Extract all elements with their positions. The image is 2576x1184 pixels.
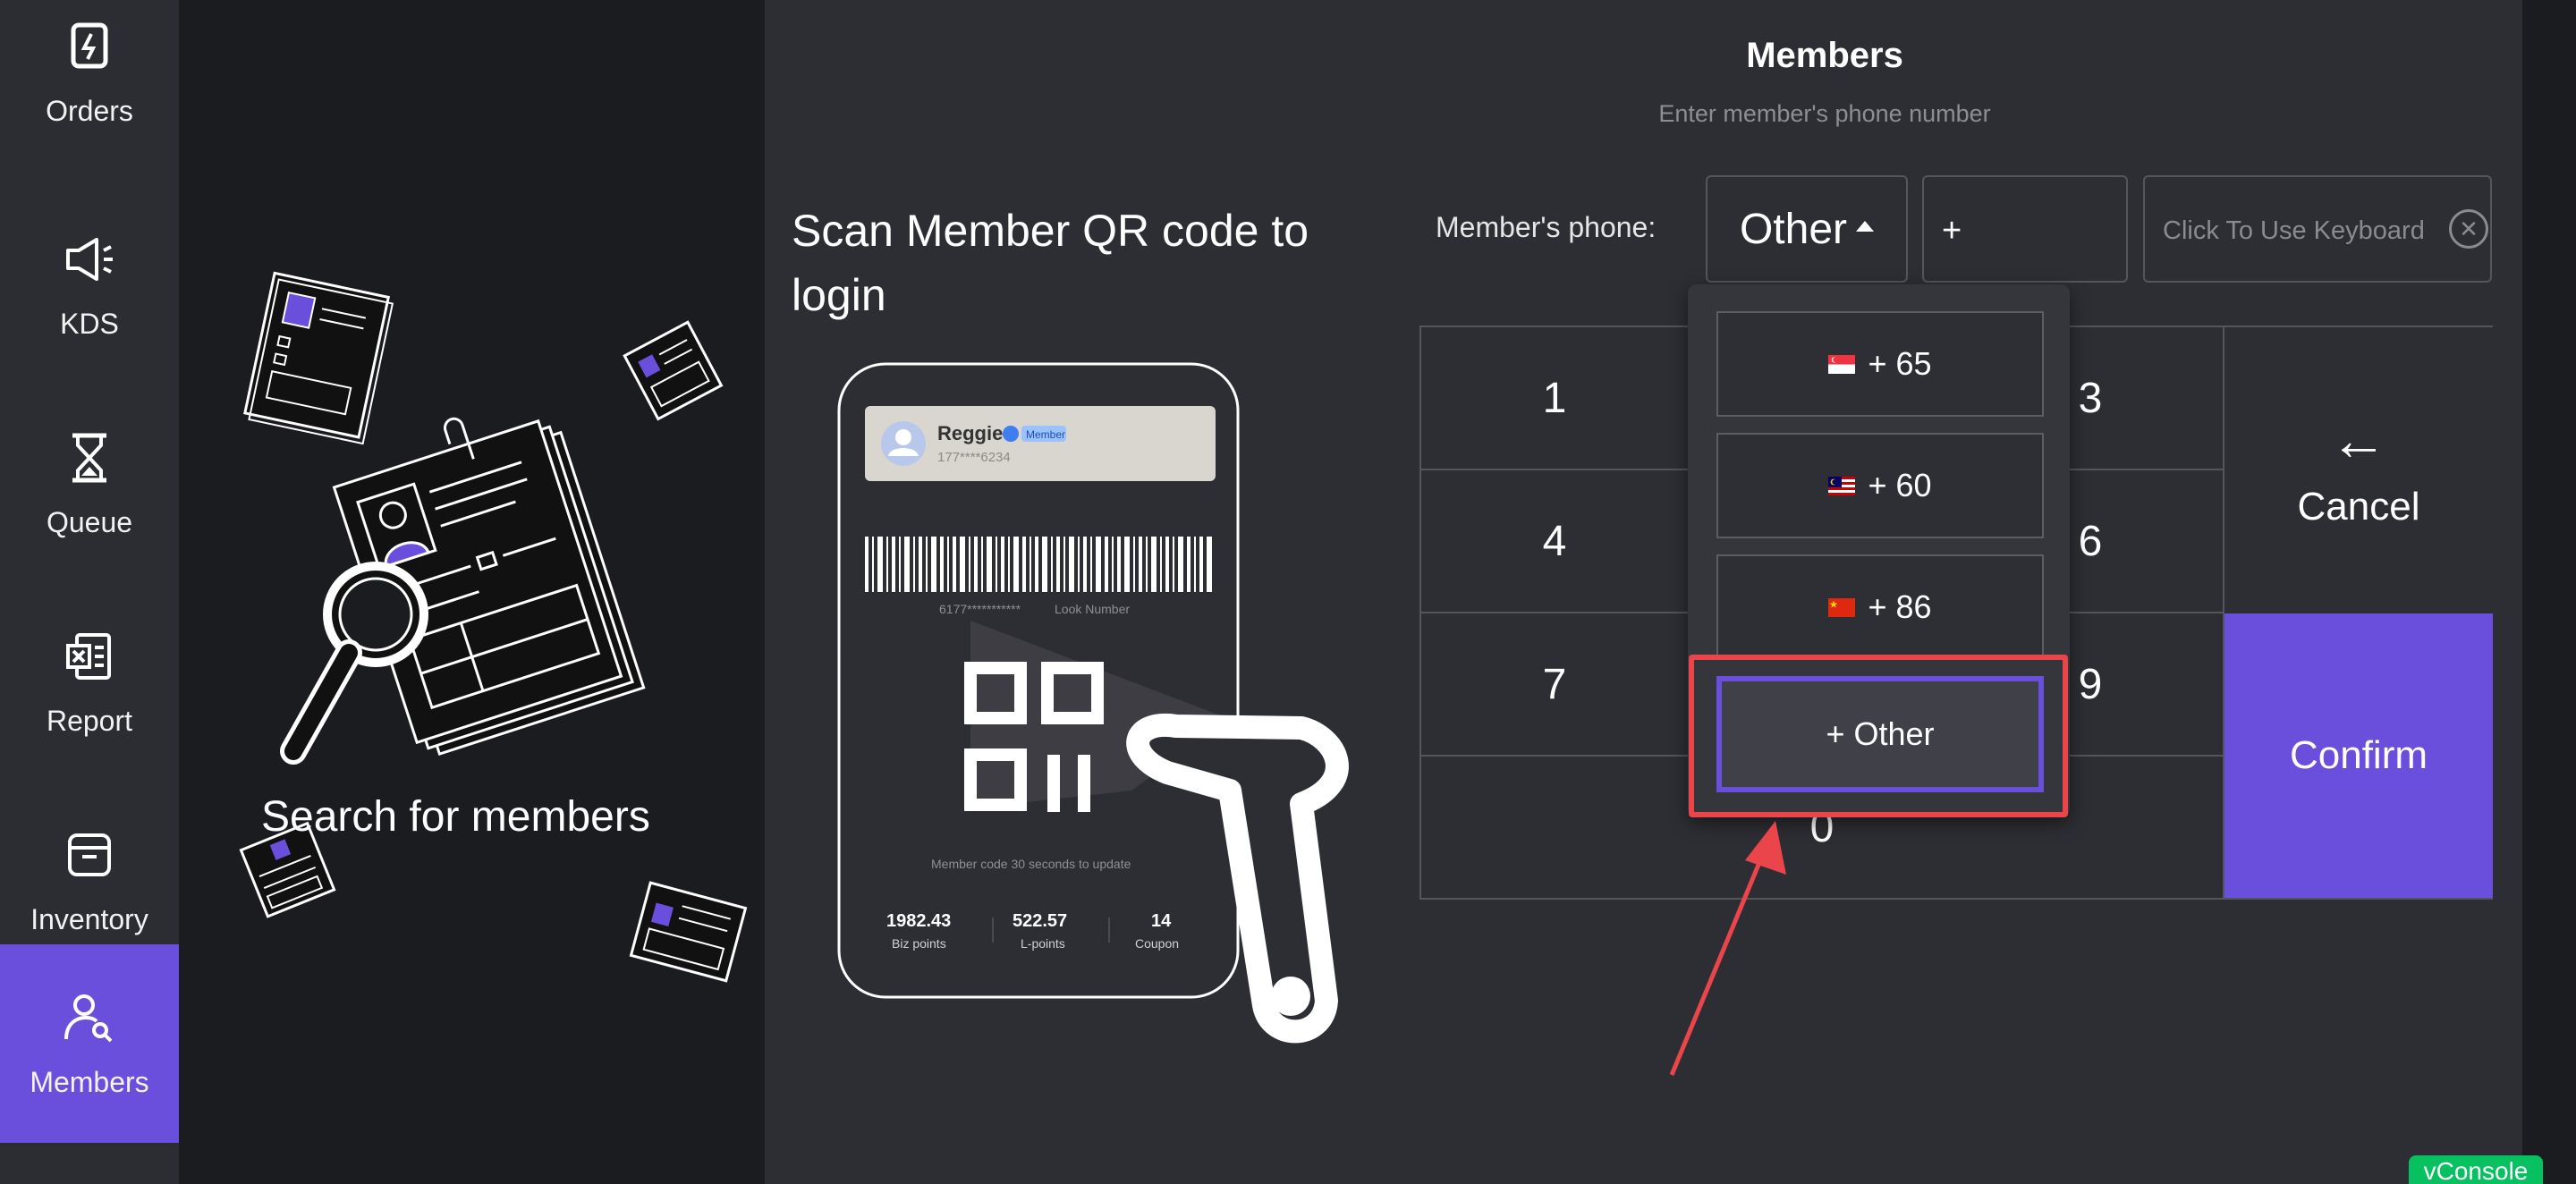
- member-search-icon: [61, 989, 118, 1046]
- sidebar-item-orders[interactable]: Orders: [0, 0, 179, 172]
- sidebar-item-report[interactable]: Report: [0, 583, 179, 782]
- card-stat-coupon-value: 14: [1151, 911, 1172, 931]
- country-option-other[interactable]: + Other: [1716, 676, 2044, 792]
- sidebar-item-label: Report: [46, 704, 133, 737]
- country-option-label: + 60: [1868, 467, 1932, 503]
- key-4[interactable]: 4: [1421, 470, 1690, 613]
- card-stat-l-label: L-points: [1021, 936, 1065, 951]
- orders-icon: [61, 18, 118, 75]
- vconsole-button[interactable]: vConsole: [2409, 1155, 2543, 1184]
- right-edge: [2522, 0, 2576, 1184]
- card-stat-l-value: 522.57: [1013, 911, 1067, 931]
- arrow-left-icon: ←: [2330, 408, 2387, 472]
- sidebar: Orders KDS Queue Report Inventory Member…: [0, 0, 179, 1184]
- country-code-select[interactable]: Other: [1706, 175, 1908, 283]
- confirm-button[interactable]: Confirm: [2224, 613, 2493, 898]
- members-search-illustration: [239, 271, 748, 983]
- caret-up-icon: [1856, 221, 1875, 232]
- card-member-badge: Member: [1026, 428, 1065, 441]
- card-stat-biz-label: Biz points: [892, 936, 946, 951]
- member-card-illustration: Reggie Member 177****6234 6177**********…: [837, 362, 1349, 1044]
- phone-prefix-field[interactable]: +: [1922, 175, 2128, 283]
- hourglass-icon: [61, 429, 118, 486]
- country-option-label: + 65: [1868, 345, 1932, 382]
- speaker-icon: [61, 231, 118, 288]
- members-main-panel: Scan Member QR code to login Reggie Memb…: [765, 0, 2522, 1184]
- country-option-86[interactable]: + 86: [1716, 554, 2044, 660]
- country-option-65[interactable]: + 65: [1716, 311, 2044, 417]
- members-title: Members: [1746, 36, 1903, 75]
- sidebar-item-label: Queue: [46, 505, 133, 538]
- cancel-button[interactable]: ← Cancel: [2224, 327, 2493, 613]
- sidebar-item-label: Members: [30, 1065, 149, 1098]
- card-update-note: Member code 30 seconds to update: [931, 857, 1131, 871]
- country-option-60[interactable]: + 60: [1716, 433, 2044, 538]
- sidebar-item-label: Orders: [46, 94, 133, 127]
- card-name: Reggie: [937, 422, 1003, 444]
- sidebar-item-label: KDS: [60, 307, 119, 340]
- key-7[interactable]: 7: [1421, 613, 1690, 757]
- country-code-value: Other: [1739, 205, 1848, 253]
- phone-label: Member's phone:: [1436, 211, 1657, 243]
- card-look-number: Look Number: [1055, 602, 1130, 616]
- sidebar-item-queue[interactable]: Queue: [0, 385, 179, 583]
- sidebar-item-kds[interactable]: KDS: [0, 186, 179, 385]
- annotation-arrow: [1669, 821, 1786, 1076]
- phone-number-input[interactable]: Click To Use Keyboard: [2143, 175, 2492, 283]
- card-stat-coupon-label: Coupon: [1135, 936, 1179, 951]
- malaysia-flag-icon: [1828, 476, 1856, 495]
- china-flag-icon: [1828, 597, 1856, 617]
- card-stat-biz-value: 1982.43: [886, 911, 951, 931]
- clear-icon[interactable]: ✕: [2449, 209, 2488, 249]
- country-option-label: + 86: [1868, 588, 1932, 625]
- singapore-flag-icon: [1828, 354, 1856, 374]
- country-code-dropdown: + 65 + 60 + 86 + Other: [1688, 284, 2070, 817]
- search-members-title: Search for members: [261, 793, 650, 841]
- card-barcode-number: 6177***********: [939, 602, 1021, 616]
- sidebar-item-label: Inventory: [30, 902, 148, 935]
- members-subtitle: Enter member's phone number: [1658, 100, 1991, 127]
- report-icon: [61, 628, 118, 685]
- scan-qr-title: Scan Member QR code to login: [792, 206, 1309, 320]
- card-phone: 177****6234: [937, 450, 1011, 465]
- cancel-label: Cancel: [2297, 485, 2420, 529]
- sidebar-item-members[interactable]: Members: [0, 944, 179, 1143]
- left-panel: Search for members: [179, 0, 765, 1184]
- key-1[interactable]: 1: [1421, 327, 1690, 470]
- box-icon: [61, 826, 118, 884]
